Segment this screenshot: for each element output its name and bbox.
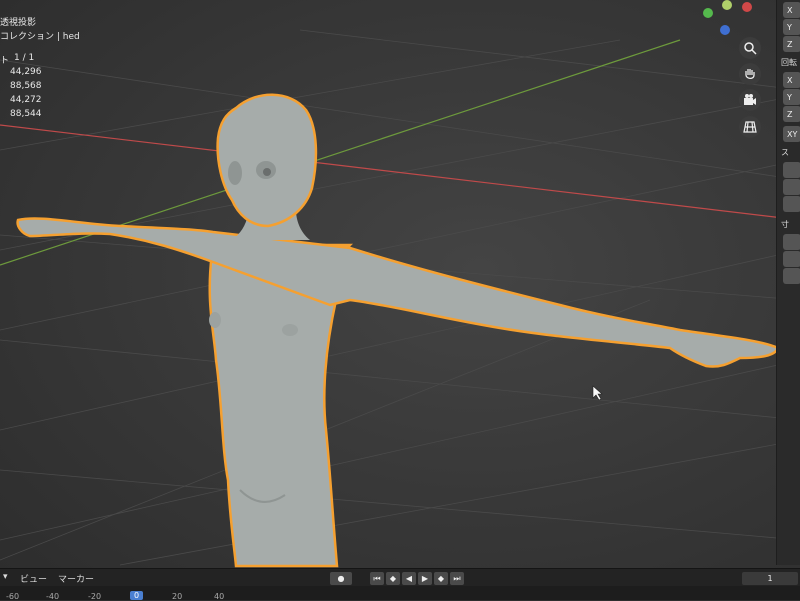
rotation-z-field[interactable]: Z <box>783 106 800 122</box>
stats-faces-value: 44,272 <box>10 95 42 105</box>
camera-icon[interactable] <box>739 89 761 111</box>
keying-toggle-button[interactable]: ● <box>330 572 352 585</box>
scale-x-field[interactable] <box>783 162 800 178</box>
stats-objects-row: ト 1 / 1 <box>0 53 34 66</box>
stats-triangles-value: 88,544 <box>10 109 42 119</box>
view-mode-label: 透視投影 <box>0 18 37 28</box>
dimension-y-field[interactable] <box>783 251 800 267</box>
jump-start-icon[interactable]: ⏮ <box>370 572 384 585</box>
properties-side-panel: X Y Z 回転 X Y Z XY ス 寸 <box>776 0 800 565</box>
rotation-x-field[interactable]: X <box>783 72 800 88</box>
hand-icon[interactable] <box>739 63 761 85</box>
stats-objects-value: 1 / 1 <box>14 53 35 63</box>
view-menu[interactable]: ビュー <box>20 572 47 585</box>
dimension-z-field[interactable] <box>783 268 800 284</box>
scene-canvas <box>0 29 800 568</box>
play-reverse-icon[interactable]: ◀ <box>402 572 416 585</box>
zoom-icon[interactable] <box>739 37 761 59</box>
gizmo-neg-y-icon[interactable] <box>722 0 732 10</box>
grid-icon[interactable] <box>739 116 761 138</box>
timeline-scrubber[interactable] <box>0 586 800 600</box>
editor-type-dropdown-icon[interactable]: ▾ <box>3 572 8 582</box>
gizmo-x-axis-icon[interactable] <box>742 2 752 12</box>
prev-keyframe-icon[interactable]: ◆ <box>386 572 400 585</box>
stats-vertices-value: 44,296 <box>10 67 42 77</box>
gizmo-y-axis-icon[interactable] <box>703 8 713 18</box>
rotation-y-field[interactable]: Y <box>783 89 800 105</box>
dimensions-label: 寸 <box>781 220 789 229</box>
marker-menu[interactable]: マーカー <box>58 572 94 585</box>
next-keyframe-icon[interactable]: ◆ <box>434 572 448 585</box>
current-frame-marker[interactable]: 0 <box>130 591 144 600</box>
current-frame-field[interactable]: 1 <box>742 572 798 585</box>
scale-z-field[interactable] <box>783 196 800 212</box>
stats-edges-value: 88,568 <box>10 81 42 91</box>
dimension-x-field[interactable] <box>783 234 800 250</box>
jump-end-icon[interactable]: ⏭ <box>450 572 464 585</box>
play-icon[interactable]: ▶ <box>418 572 432 585</box>
timeline-header: ▾ ビュー マーカー ● ⏮ ◆ ◀ ▶ ◆ ⏭ 1 <box>0 568 800 587</box>
location-z-field[interactable]: Z <box>783 36 800 52</box>
mouse-cursor <box>592 385 603 401</box>
scale-label: ス <box>781 148 789 157</box>
location-y-field[interactable]: Y <box>783 19 800 35</box>
x-axis-line <box>0 124 800 221</box>
scale-y-field[interactable] <box>783 179 800 195</box>
3d-viewport[interactable]: 透視投影 コレクション | hed ト 1 / 1 44,296 88,568 … <box>0 0 800 600</box>
gizmo-z-axis-icon[interactable] <box>720 25 730 35</box>
collection-label: コレクション | hed <box>0 32 80 42</box>
rotation-mode-dropdown[interactable]: XY <box>783 126 800 142</box>
stats-objects-label: ト <box>0 56 10 66</box>
rotation-label: 回転 <box>781 58 797 67</box>
location-x-field[interactable]: X <box>783 2 800 18</box>
character-mesh[interactable] <box>16 93 780 568</box>
